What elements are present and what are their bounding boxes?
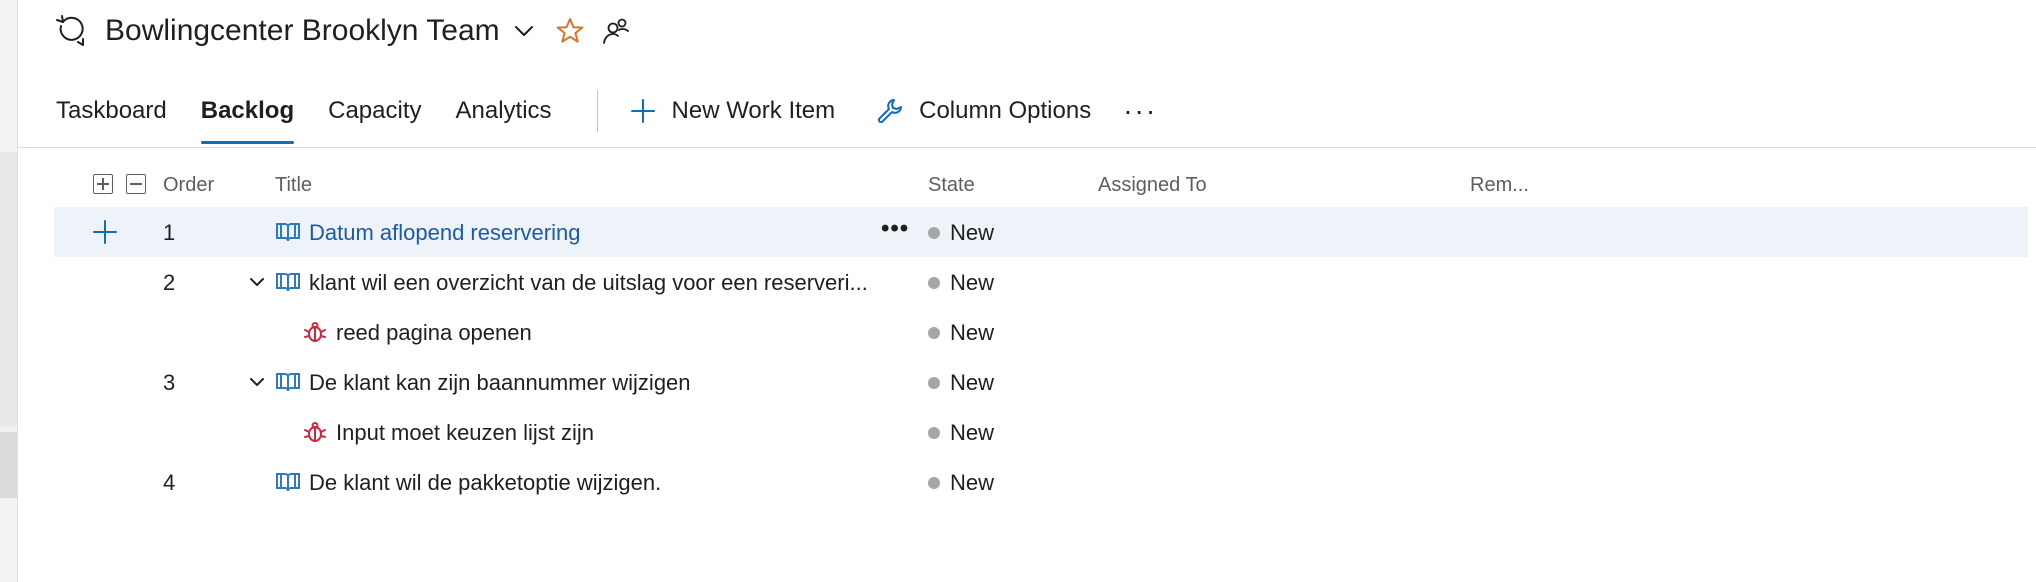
state-label: New bbox=[950, 420, 995, 445]
work-item-state: New bbox=[928, 370, 994, 396]
state-label: New bbox=[950, 270, 995, 295]
state-new-dot bbox=[928, 377, 940, 389]
work-item-title[interactable]: klant wil een overzicht van de uitslag v… bbox=[309, 270, 919, 296]
state-new-dot bbox=[928, 327, 940, 339]
work-item-title[interactable]: De klant kan zijn baannummer wijzigen bbox=[309, 370, 919, 396]
star-icon[interactable] bbox=[552, 13, 588, 49]
work-item-title[interactable]: Input moet keuzen lijst zijn bbox=[336, 420, 916, 446]
table-row[interactable]: 2 klant wil een overzicht van de uitslag… bbox=[54, 257, 2028, 307]
row-order: 1 bbox=[163, 220, 176, 245]
state-label: New bbox=[950, 370, 995, 395]
backlog-grid-header: Order Title State Assigned To Rem... bbox=[0, 166, 2036, 202]
user-story-icon bbox=[275, 470, 301, 494]
state-new-dot bbox=[928, 277, 940, 289]
state-label: New bbox=[950, 470, 995, 495]
expand-all-icon[interactable] bbox=[93, 174, 113, 194]
column-header-state[interactable]: State bbox=[928, 174, 975, 197]
column-header-order[interactable]: Order bbox=[163, 174, 214, 197]
plus-icon bbox=[628, 96, 658, 126]
state-label: New bbox=[950, 320, 995, 345]
tab-taskboard[interactable]: Taskboard bbox=[56, 78, 167, 144]
new-work-item-label: New Work Item bbox=[671, 97, 836, 124]
work-item-state: New bbox=[928, 270, 994, 296]
bug-icon bbox=[302, 320, 328, 344]
wrench-icon bbox=[875, 96, 905, 126]
people-icon[interactable] bbox=[598, 13, 634, 49]
new-work-item-button[interactable]: New Work Item bbox=[628, 78, 836, 144]
work-item-title[interactable]: De klant wil de pakketoptie wijzigen. bbox=[309, 470, 919, 496]
state-label: New bbox=[950, 220, 995, 245]
work-item-title[interactable]: reed pagina openen bbox=[336, 320, 916, 346]
work-item-state: New bbox=[928, 220, 994, 246]
bug-icon bbox=[302, 420, 328, 444]
chevron-down-icon[interactable] bbox=[246, 271, 268, 293]
tab-analytics[interactable]: Analytics bbox=[455, 78, 551, 144]
row-order: 2 bbox=[163, 270, 176, 295]
column-options-button[interactable]: Column Options bbox=[875, 78, 1091, 144]
table-row[interactable]: 3 De klant kan zijn baannummer wijzigen … bbox=[54, 357, 2028, 407]
refresh-team-icon bbox=[52, 13, 88, 49]
column-options-label: Column Options bbox=[919, 97, 1092, 124]
user-story-icon bbox=[275, 370, 301, 394]
table-row[interactable]: Input moet keuzen lijst zijn New bbox=[54, 407, 2028, 457]
column-header-title[interactable]: Title bbox=[275, 174, 312, 197]
state-new-dot bbox=[928, 477, 940, 489]
rail-scroll-indicator[interactable] bbox=[0, 432, 17, 498]
row-order: 3 bbox=[163, 370, 176, 395]
table-row[interactable]: 1 Datum aflopend reservering ••• New bbox=[54, 207, 2028, 257]
more-options-icon[interactable]: ··· bbox=[1123, 95, 1157, 127]
work-item-title[interactable]: Datum aflopend reservering bbox=[309, 220, 869, 246]
state-new-dot bbox=[928, 427, 940, 439]
tab-backlog[interactable]: Backlog bbox=[200, 78, 295, 144]
toolbar-separator bbox=[596, 90, 598, 132]
work-item-state: New bbox=[928, 320, 994, 346]
column-header-remaining[interactable]: Rem... bbox=[1470, 174, 1529, 197]
table-row[interactable]: 4 De klant wil de pakketoptie wijzigen. … bbox=[54, 457, 2028, 507]
state-new-dot bbox=[928, 227, 940, 239]
user-story-icon bbox=[275, 220, 301, 244]
team-header: Bowlingcenter Brooklyn Team bbox=[52, 8, 634, 54]
team-name[interactable]: Bowlingcenter Brooklyn Team bbox=[105, 14, 500, 48]
row-more-options-icon[interactable]: ••• bbox=[881, 215, 909, 243]
toolbar-divider bbox=[17, 147, 2036, 148]
chevron-down-icon[interactable] bbox=[510, 17, 538, 45]
chevron-down-icon[interactable] bbox=[246, 371, 268, 393]
left-rail bbox=[0, 0, 18, 582]
work-item-state: New bbox=[928, 470, 994, 496]
user-story-icon bbox=[275, 270, 301, 294]
work-item-state: New bbox=[928, 420, 994, 446]
column-header-assigned-to[interactable]: Assigned To bbox=[1098, 174, 1207, 197]
tab-capacity[interactable]: Capacity bbox=[328, 78, 421, 144]
add-child-icon[interactable] bbox=[92, 219, 118, 245]
tab-bar: Taskboard Backlog Capacity Analytics New… bbox=[56, 78, 1157, 144]
collapse-all-icon[interactable] bbox=[126, 174, 146, 194]
row-order: 4 bbox=[163, 470, 176, 495]
table-row[interactable]: reed pagina openen New bbox=[54, 307, 2028, 357]
